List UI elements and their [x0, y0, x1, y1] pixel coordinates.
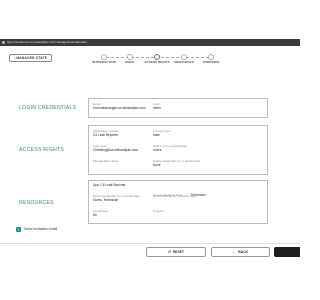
roles-editable-field: Roles editable by m.ausherstate [153, 194, 196, 198]
back-button[interactable]: ← BACK [211, 247, 270, 257]
access-rights-title: ACCESS RIGHTS [19, 147, 64, 153]
step-label: INTRODUCTION [92, 60, 116, 64]
lock-icon [2, 41, 5, 44]
step-label: RESOURCES [174, 60, 194, 64]
app-license-value: C4 Leak Reporter [93, 133, 119, 137]
next-button[interactable] [274, 247, 300, 257]
footer-divider [0, 243, 300, 244]
projects-field: Projects [153, 209, 164, 213]
companies-value: All [93, 213, 97, 217]
step-email[interactable]: EMAIL [116, 54, 144, 65]
projects-label: Projects [153, 209, 164, 213]
companies-field: Companies All [93, 209, 108, 217]
rights-assignable-field: Rights assignable by m.ausherstate None [153, 159, 201, 167]
step-label: ACCESS RIGHTS [144, 60, 170, 64]
step-resources[interactable]: RESOURCES [170, 54, 198, 65]
supervisor-field: Supervisor CMeeting@ca.mekanalytic.com [93, 144, 138, 152]
role-field: In m.ausherstate Role: Technician [153, 183, 206, 201]
reset-button[interactable]: ↺ RESET [146, 247, 206, 257]
manageable-users-label: Manageable Users [93, 159, 119, 163]
roles-assignable-value: Guest, Technician [93, 198, 119, 202]
access-rights-card: Application License C4 Leak Reporter Lic… [88, 125, 268, 175]
login-credentials-card: Email m.modeamangie.ca.mekanalytic.com L… [88, 98, 268, 118]
send-invitation-checkbox[interactable]: ✓ [16, 227, 21, 232]
resources-title: RESOURCES [19, 200, 54, 206]
back-label: BACK [238, 250, 249, 254]
roles-assignable-field: Roles assignable by m.ausherstate Guest,… [93, 194, 140, 202]
browser-url-bar[interactable]: https://business.ca.mekanalytic.com/mana… [0, 39, 300, 46]
login-value: mlem [153, 106, 161, 110]
app-license-field: Application License C4 Leak Reporter [93, 129, 119, 137]
manager-state-button[interactable]: ‹MANAGER STATE [9, 54, 53, 62]
step-label: OVERVIEW [202, 60, 220, 64]
url-text: https://business.ca.mekanalytic.com/mana… [7, 40, 87, 44]
resources-card: App: C4 Leak Reporter In m.ausherstate R… [88, 180, 268, 224]
email-field: Email m.modeamangie.ca.mekanalytic.com [93, 102, 146, 110]
send-invitation-label: Send invitation email [24, 227, 58, 231]
reset-icon: ↺ [167, 250, 171, 254]
login-field: Login mlem [153, 102, 161, 110]
step-label: EMAIL [125, 60, 135, 64]
rights-manager-value: Users [153, 148, 162, 152]
app-name-field: App: C4 Leak Reporter [93, 183, 126, 187]
login-credentials-title: LOGIN CREDENTIALS [19, 105, 77, 111]
reset-label: RESET [172, 250, 185, 254]
rights-assignable-value: None [153, 163, 161, 167]
app-name: App: C4 Leak Reporter [93, 183, 126, 187]
roles-editable-label: Roles editable by m.ausherstate [153, 194, 196, 198]
wizard-stepper: INTRODUCTION EMAIL ACCESS RIGHTS RESOURC… [90, 54, 225, 68]
license-type-value: base [153, 133, 160, 137]
email-value: m.modeamangie.ca.mekanalytic.com [93, 106, 146, 110]
step-access-rights[interactable]: ACCESS RIGHTS [143, 54, 171, 65]
step-introduction[interactable]: INTRODUCTION [90, 54, 118, 65]
license-type-field: License Type base [153, 129, 171, 137]
supervisor-value: CMeeting@ca.mekanalytic.com [93, 148, 138, 152]
manageable-users-field: Manageable Users [93, 159, 118, 163]
rights-manager-field: Rights of a m.ausherstate Users [153, 144, 187, 152]
step-overview[interactable]: OVERVIEW [197, 54, 225, 65]
manager-state-label: MANAGER STATE [16, 56, 48, 60]
arrow-left-icon: ← [232, 250, 237, 254]
